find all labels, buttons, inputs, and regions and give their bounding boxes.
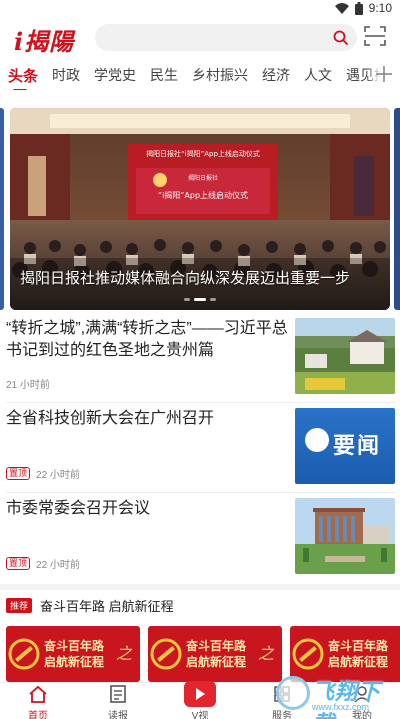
banner-screen-brand: 揭阳日报社 — [188, 174, 218, 182]
banner-caption: 揭阳日报社推动媒体融合向纵深发展迈出重要一步 — [20, 270, 351, 287]
app-header: i揭陽 — [0, 18, 400, 58]
banner-prev-peek[interactable] — [0, 108, 4, 310]
wifi-icon — [334, 2, 349, 14]
news-thumbnail[interactable]: 要闻 — [295, 408, 395, 484]
watermark: 飞翔下载 www.fxxz.com — [272, 672, 400, 719]
list-divider — [6, 402, 395, 403]
tab-toutiao[interactable]: 头条 — [0, 65, 45, 90]
nav-home-label: 首页 — [28, 711, 48, 719]
tab-xuedangshi[interactable]: 学党史 — [87, 65, 143, 85]
section-title[interactable]: 奋斗百年路 启航新征程 — [40, 596, 174, 615]
news-thumbnail[interactable] — [295, 318, 395, 394]
card-text: 奋斗百年路 启航新征程 — [186, 638, 246, 670]
news-item[interactable]: 全省科技创新大会在广州召开 置顶 22 小时前 要闻 — [0, 408, 400, 490]
yaowen-text: 要闻 — [333, 433, 382, 458]
tab-minsheng[interactable]: 民生 — [143, 65, 185, 85]
village-image — [295, 318, 395, 394]
search-icon[interactable] — [333, 30, 348, 45]
search-input[interactable] — [95, 24, 357, 51]
banner-stage-title: 揭阳日报社“i揭阳”App上线启动仪式 — [146, 149, 260, 158]
banner-dots — [184, 298, 216, 301]
card-zhi: 之 — [257, 644, 274, 663]
watermark-url: www.fxxz.com — [312, 702, 370, 712]
home-icon — [29, 685, 47, 703]
news-item[interactable]: “转折之城”,满满“转折之志”——习近平总书记到过的红色圣地之贵州篇 21 小时… — [0, 318, 400, 400]
news-thumbnail[interactable] — [295, 498, 395, 574]
scan-icon[interactable] — [364, 26, 386, 46]
card-text: 奋斗百年路 启航新征程 — [44, 638, 104, 670]
tab-renwen[interactable]: 人文 — [297, 65, 339, 85]
news-title[interactable]: 市委常委会召开会议 — [6, 498, 288, 520]
category-tabs: 头条 时政 学党史 民生 乡村振兴 经济 人文 遇见揭 — [0, 60, 400, 90]
battery-icon — [354, 1, 363, 15]
video-play-icon — [184, 681, 216, 707]
watermark-logo-icon — [276, 676, 310, 710]
news-item[interactable]: 市委常委会召开会议 置顶 22 小时前 — [0, 498, 400, 580]
news-time: 21 小时前 — [6, 380, 50, 391]
nav-newspaper-label: 读报 — [108, 711, 128, 719]
nav-newspaper[interactable]: 读报 — [88, 685, 148, 719]
banner-screen-title: “i揭阳”App上线启动仪式 — [158, 190, 248, 200]
logo-i: i — [14, 27, 25, 56]
pinned-badge: 置顶 — [6, 467, 31, 480]
news-meta: 21 小时前 — [6, 376, 50, 391]
banner-next-peek[interactable] — [394, 108, 400, 310]
news-meta: 置顶 22 小时前 — [6, 466, 80, 481]
banner-carousel[interactable]: 揭阳日报社“i揭阳”App上线启动仪式 揭阳日报社 “i揭阳”App上线启动仪式… — [0, 108, 400, 310]
building-image — [295, 498, 395, 574]
banner-slide[interactable]: 揭阳日报社“i揭阳”App上线启动仪式 揭阳日报社 “i揭阳”App上线启动仪式… — [10, 108, 390, 310]
nav-home[interactable]: 首页 — [8, 685, 68, 719]
card-line-1: 奋斗百年路 — [186, 639, 247, 653]
card-text: 奋斗百年路 启航新征程 — [328, 638, 388, 670]
status-time: 9:10 — [368, 1, 392, 15]
news-time: 22 小时前 — [36, 470, 80, 481]
logo-text: 揭陽 — [24, 27, 75, 56]
list-divider — [6, 492, 395, 493]
recommend-card[interactable]: 奋斗百年路 启航新征程 之 — [6, 626, 140, 682]
add-channel-icon[interactable] — [374, 64, 394, 84]
card-line-2: 启航新征程 — [328, 655, 389, 669]
recommend-badge: 推荐 — [6, 598, 33, 613]
yaowen-badge-icon — [305, 428, 329, 452]
card-line-2: 启航新征程 — [44, 655, 105, 669]
party-emblem-icon — [150, 638, 182, 670]
news-title[interactable]: 全省科技创新大会在广州召开 — [6, 408, 288, 430]
recommend-card[interactable]: 奋斗百年路 启航新征程 之 — [148, 626, 282, 682]
tab-shizheng[interactable]: 时政 — [45, 65, 87, 85]
card-line-1: 奋斗百年路 — [44, 639, 105, 653]
section-separator — [0, 584, 400, 590]
news-title[interactable]: “转折之城”,满满“转折之志”——习近平总书记到过的红色圣地之贵州篇 — [6, 318, 288, 362]
card-line-2: 启航新征程 — [186, 655, 247, 669]
banner-dot-active — [194, 298, 206, 301]
recommend-section-header[interactable]: 推荐 奋斗百年路 启航新征程 — [6, 596, 174, 615]
newspaper-icon — [110, 685, 126, 703]
party-emblem-icon — [8, 638, 40, 670]
pinned-badge: 置顶 — [6, 557, 31, 570]
status-bar: 9:10 — [0, 0, 400, 18]
tab-xiangcun[interactable]: 乡村振兴 — [185, 65, 255, 85]
app-logo: i揭陽 — [14, 22, 74, 57]
card-zhi: 之 — [115, 644, 132, 663]
nav-video-label: V视 — [191, 711, 209, 719]
tab-jingji[interactable]: 经济 — [255, 65, 297, 85]
card-line-1: 奋斗百年路 — [328, 639, 389, 653]
news-meta: 置顶 22 小时前 — [6, 556, 80, 571]
watermark-text: 飞翔下载 — [312, 679, 382, 719]
banner-dot — [184, 298, 190, 301]
banner-dot — [210, 298, 216, 301]
news-time: 22 小时前 — [36, 560, 80, 571]
